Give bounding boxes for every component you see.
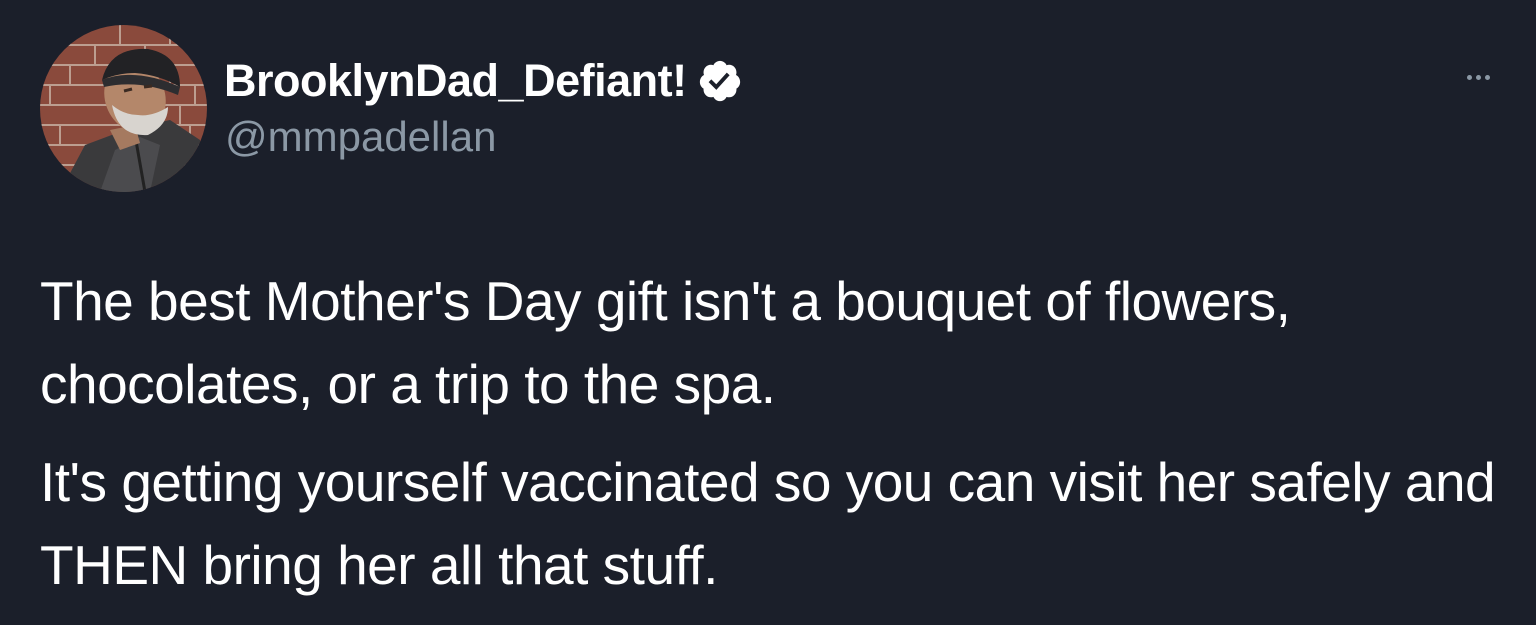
tweet-paragraph: The best Mother's Day gift isn't a bouqu… — [40, 270, 1291, 415]
verified-badge-icon — [699, 60, 740, 102]
more-horizontal-icon — [1466, 74, 1472, 80]
author-name-row[interactable]: BrooklynDad_Defiant! — [224, 55, 743, 107]
tweet-paragraph: It's getting yourself vaccinated so you … — [40, 451, 1496, 596]
more-horizontal-icon-dot — [1484, 74, 1490, 80]
avatar[interactable] — [40, 25, 207, 192]
author-handle[interactable]: @mmpadellan — [225, 113, 496, 161]
avatar-photo-icon — [40, 25, 207, 192]
more-options-button[interactable] — [1458, 64, 1498, 90]
author-display-name[interactable]: BrooklynDad_Defiant! — [224, 55, 687, 107]
tweet-card: BrooklynDad_Defiant! @mmpadellan The bes… — [0, 0, 1536, 625]
tweet-text: The best Mother's Day gift isn't a bouqu… — [40, 260, 1500, 607]
more-horizontal-icon-dot — [1475, 74, 1481, 80]
